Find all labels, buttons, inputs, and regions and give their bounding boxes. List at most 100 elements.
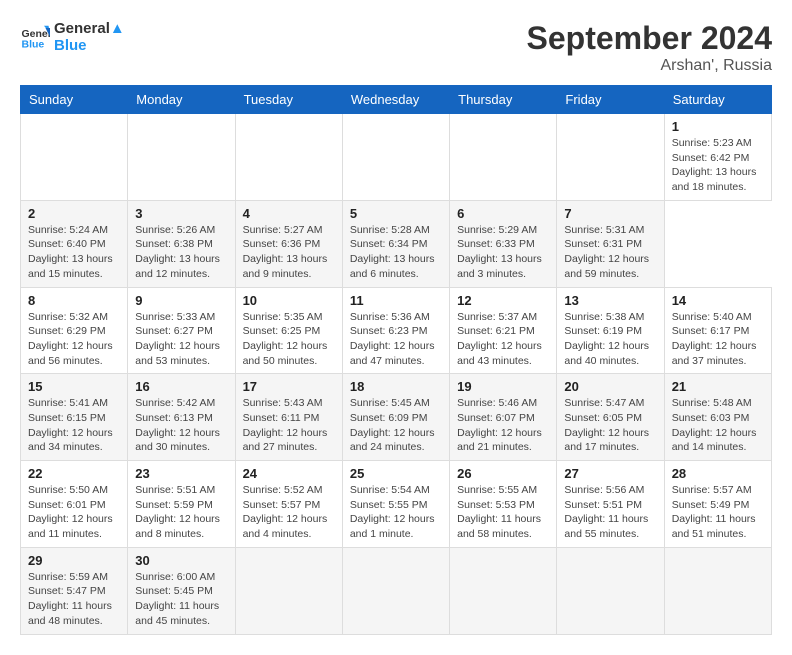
- day-number-3: 3: [135, 206, 227, 221]
- calendar-week-6: 29Sunrise: 5:59 AM Sunset: 5:47 PM Dayli…: [21, 547, 772, 634]
- day-number-6: 6: [457, 206, 549, 221]
- calendar-day-3: 3 Sunrise: 5:26 AM Sunset: 6:38 PM Daylig…: [128, 200, 235, 287]
- day-number-28: 28: [672, 466, 764, 481]
- day-info-6: Sunrise: 5:29 AM Sunset: 6:33 PM Dayligh…: [457, 223, 549, 282]
- day-number-23: 23: [135, 466, 227, 481]
- calendar-day-8: 8 Sunrise: 5:32 AM Sunset: 6:29 PM Daylig…: [21, 287, 128, 374]
- day-info-4: Sunrise: 5:27 AM Sunset: 6:36 PM Dayligh…: [243, 223, 335, 282]
- calendar-day-20: 20 Sunrise: 5:47 AM Sunset: 6:05 PM Dayli…: [557, 374, 664, 461]
- calendar-week-3: 8 Sunrise: 5:32 AM Sunset: 6:29 PM Daylig…: [21, 287, 772, 374]
- day-info-23: Sunrise: 5:51 AM Sunset: 5:59 PM Dayligh…: [135, 483, 227, 542]
- day-number-15: 15: [28, 379, 120, 394]
- calendar-header-row: Sunday Monday Tuesday Wednesday Thursday…: [21, 86, 772, 114]
- day-info-21: Sunrise: 5:48 AM Sunset: 6:03 PM Dayligh…: [672, 396, 764, 455]
- day-info-9: Sunrise: 5:33 AM Sunset: 6:27 PM Dayligh…: [135, 310, 227, 369]
- empty-cell: [450, 547, 557, 634]
- calendar-day-2: 2Sunrise: 5:24 AM Sunset: 6:40 PM Daylig…: [21, 200, 128, 287]
- calendar-day-24: 24 Sunrise: 5:52 AM Sunset: 5:57 PM Dayli…: [235, 461, 342, 548]
- calendar-day-21: 21 Sunrise: 5:48 AM Sunset: 6:03 PM Dayli…: [664, 374, 771, 461]
- day-number-24: 24: [243, 466, 335, 481]
- calendar-day-19: 19Sunrise: 5:46 AM Sunset: 6:07 PM Dayli…: [450, 374, 557, 461]
- empty-cell: [21, 114, 128, 201]
- day-number-30: 30: [135, 553, 227, 568]
- day-info-17: Sunrise: 5:43 AM Sunset: 6:11 PM Dayligh…: [243, 396, 335, 455]
- day-info-30: Sunrise: 6:00 AM Sunset: 5:45 PM Dayligh…: [135, 570, 227, 629]
- calendar-week-2: 2Sunrise: 5:24 AM Sunset: 6:40 PM Daylig…: [21, 200, 772, 287]
- day-number-7: 7: [564, 206, 656, 221]
- day-number-14: 14: [672, 293, 764, 308]
- day-number-1: 1: [672, 119, 764, 134]
- calendar-table: Sunday Monday Tuesday Wednesday Thursday…: [20, 85, 772, 635]
- day-info-26: Sunrise: 5:55 AM Sunset: 5:53 PM Dayligh…: [457, 483, 549, 542]
- day-number-17: 17: [243, 379, 335, 394]
- day-number-21: 21: [672, 379, 764, 394]
- day-info-19: Sunrise: 5:46 AM Sunset: 6:07 PM Dayligh…: [457, 396, 549, 455]
- calendar-day-15: 15 Sunrise: 5:41 AM Sunset: 6:15 PM Dayli…: [21, 374, 128, 461]
- calendar-day-28: 28 Sunrise: 5:57 AM Sunset: 5:49 PM Dayli…: [664, 461, 771, 548]
- calendar-day-1: 1 Sunrise: 5:23 AM Sunset: 6:42 PM Daylig…: [664, 114, 771, 201]
- calendar-day-27: 27 Sunrise: 5:56 AM Sunset: 5:51 PM Dayli…: [557, 461, 664, 548]
- day-info-1: Sunrise: 5:23 AM Sunset: 6:42 PM Dayligh…: [672, 136, 764, 195]
- calendar-day-6: 6 Sunrise: 5:29 AM Sunset: 6:33 PM Daylig…: [450, 200, 557, 287]
- day-info-8: Sunrise: 5:32 AM Sunset: 6:29 PM Dayligh…: [28, 310, 120, 369]
- month-title: September 2024: [527, 20, 772, 57]
- calendar-day-4: 4Sunrise: 5:27 AM Sunset: 6:36 PM Daylig…: [235, 200, 342, 287]
- calendar-week-4: 15 Sunrise: 5:41 AM Sunset: 6:15 PM Dayli…: [21, 374, 772, 461]
- calendar-week-5: 22 Sunrise: 5:50 AM Sunset: 6:01 PM Dayli…: [21, 461, 772, 548]
- day-info-3: Sunrise: 5:26 AM Sunset: 6:38 PM Dayligh…: [135, 223, 227, 282]
- calendar-day-17: 17 Sunrise: 5:43 AM Sunset: 6:11 PM Dayli…: [235, 374, 342, 461]
- day-number-12: 12: [457, 293, 549, 308]
- day-info-15: Sunrise: 5:41 AM Sunset: 6:15 PM Dayligh…: [28, 396, 120, 455]
- day-number-18: 18: [350, 379, 442, 394]
- header-tuesday: Tuesday: [235, 86, 342, 114]
- day-info-11: Sunrise: 5:36 AM Sunset: 6:23 PM Dayligh…: [350, 310, 442, 369]
- empty-cell: [342, 547, 449, 634]
- day-number-13: 13: [564, 293, 656, 308]
- title-block: September 2024 Arshan', Russia: [527, 20, 772, 75]
- header-monday: Monday: [128, 86, 235, 114]
- calendar-day-13: 13 Sunrise: 5:38 AM Sunset: 6:19 PM Dayli…: [557, 287, 664, 374]
- day-number-11: 11: [350, 293, 442, 308]
- day-info-10: Sunrise: 5:35 AM Sunset: 6:25 PM Dayligh…: [243, 310, 335, 369]
- calendar-day-5: 5 Sunrise: 5:28 AM Sunset: 6:34 PM Daylig…: [342, 200, 449, 287]
- day-info-28: Sunrise: 5:57 AM Sunset: 5:49 PM Dayligh…: [672, 483, 764, 542]
- day-number-27: 27: [564, 466, 656, 481]
- day-info-18: Sunrise: 5:45 AM Sunset: 6:09 PM Dayligh…: [350, 396, 442, 455]
- header-sunday: Sunday: [21, 86, 128, 114]
- empty-cell: [128, 114, 235, 201]
- calendar-week-1: 1 Sunrise: 5:23 AM Sunset: 6:42 PM Daylig…: [21, 114, 772, 201]
- day-info-16: Sunrise: 5:42 AM Sunset: 6:13 PM Dayligh…: [135, 396, 227, 455]
- location: Arshan', Russia: [527, 57, 772, 75]
- logo-icon: General Blue: [20, 22, 50, 52]
- calendar-day-26: 26 Sunrise: 5:55 AM Sunset: 5:53 PM Dayli…: [450, 461, 557, 548]
- calendar-day-10: 10Sunrise: 5:35 AM Sunset: 6:25 PM Dayli…: [235, 287, 342, 374]
- header-friday: Friday: [557, 86, 664, 114]
- day-info-20: Sunrise: 5:47 AM Sunset: 6:05 PM Dayligh…: [564, 396, 656, 455]
- day-info-13: Sunrise: 5:38 AM Sunset: 6:19 PM Dayligh…: [564, 310, 656, 369]
- day-number-2: 2: [28, 206, 120, 221]
- logo-blue-text: Blue: [54, 37, 125, 54]
- calendar-day-14: 14Sunrise: 5:40 AM Sunset: 6:17 PM Dayli…: [664, 287, 771, 374]
- calendar-day-9: 9Sunrise: 5:33 AM Sunset: 6:27 PM Daylig…: [128, 287, 235, 374]
- day-info-22: Sunrise: 5:50 AM Sunset: 6:01 PM Dayligh…: [28, 483, 120, 542]
- day-info-25: Sunrise: 5:54 AM Sunset: 5:55 PM Dayligh…: [350, 483, 442, 542]
- empty-cell: [557, 547, 664, 634]
- calendar-day-30: 30 Sunrise: 6:00 AM Sunset: 5:45 PM Dayli…: [128, 547, 235, 634]
- header-saturday: Saturday: [664, 86, 771, 114]
- calendar-day-16: 16 Sunrise: 5:42 AM Sunset: 6:13 PM Dayli…: [128, 374, 235, 461]
- empty-cell: [235, 547, 342, 634]
- day-info-24: Sunrise: 5:52 AM Sunset: 5:57 PM Dayligh…: [243, 483, 335, 542]
- day-number-20: 20: [564, 379, 656, 394]
- day-number-5: 5: [350, 206, 442, 221]
- calendar-day-18: 18 Sunrise: 5:45 AM Sunset: 6:09 PM Dayli…: [342, 374, 449, 461]
- empty-cell: [557, 114, 664, 201]
- day-number-8: 8: [28, 293, 120, 308]
- day-number-26: 26: [457, 466, 549, 481]
- day-number-22: 22: [28, 466, 120, 481]
- logo-general-text: General▲: [54, 20, 125, 37]
- day-info-27: Sunrise: 5:56 AM Sunset: 5:51 PM Dayligh…: [564, 483, 656, 542]
- svg-text:Blue: Blue: [22, 39, 45, 51]
- day-info-5: Sunrise: 5:28 AM Sunset: 6:34 PM Dayligh…: [350, 223, 442, 282]
- day-number-29: 29: [28, 553, 120, 568]
- day-number-16: 16: [135, 379, 227, 394]
